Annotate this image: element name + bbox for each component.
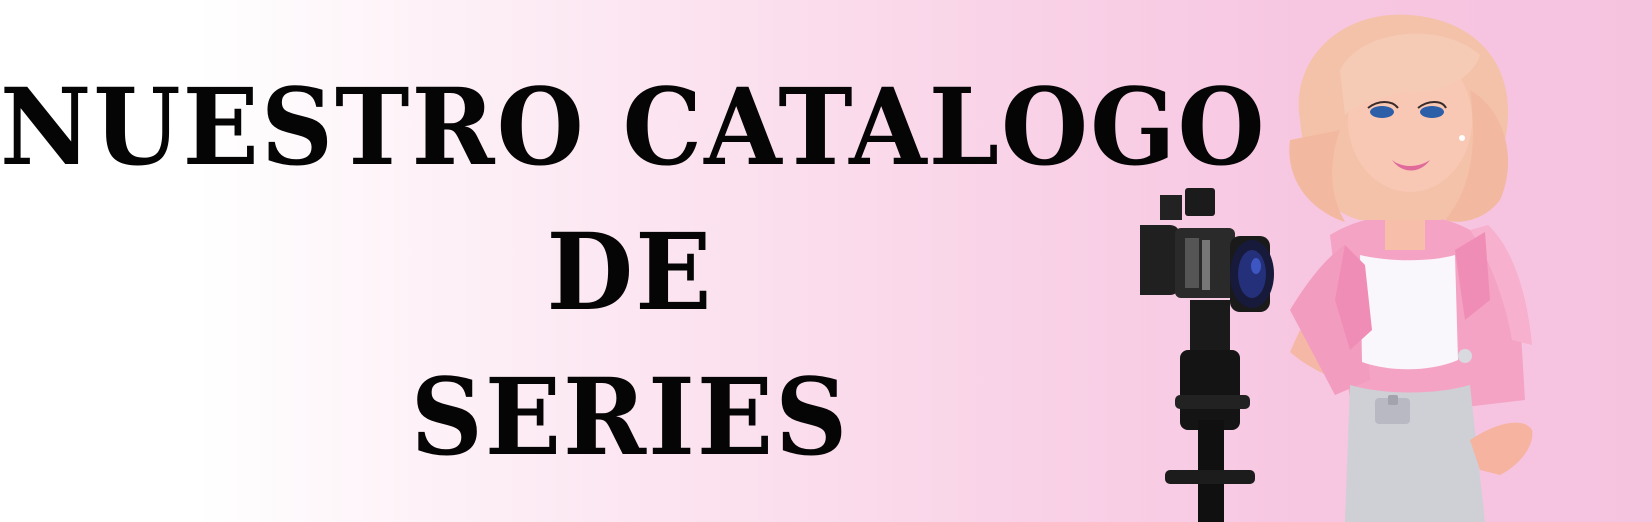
- doll-with-camera-illustration: [1140, 14, 1533, 522]
- heading-line-3: SERIES: [410, 354, 850, 480]
- video-camera-icon: [1140, 188, 1274, 312]
- tripod-icon: [1165, 300, 1255, 522]
- heading-line-1: NUESTRO CATALOGO: [0, 64, 1267, 190]
- catalog-banner: NUESTRO CATALOGO DE SERIES: [0, 0, 1652, 522]
- heading-line-2: DE: [546, 209, 714, 335]
- banner-heading: NUESTRO CATALOGO DE SERIES: [0, 55, 1265, 490]
